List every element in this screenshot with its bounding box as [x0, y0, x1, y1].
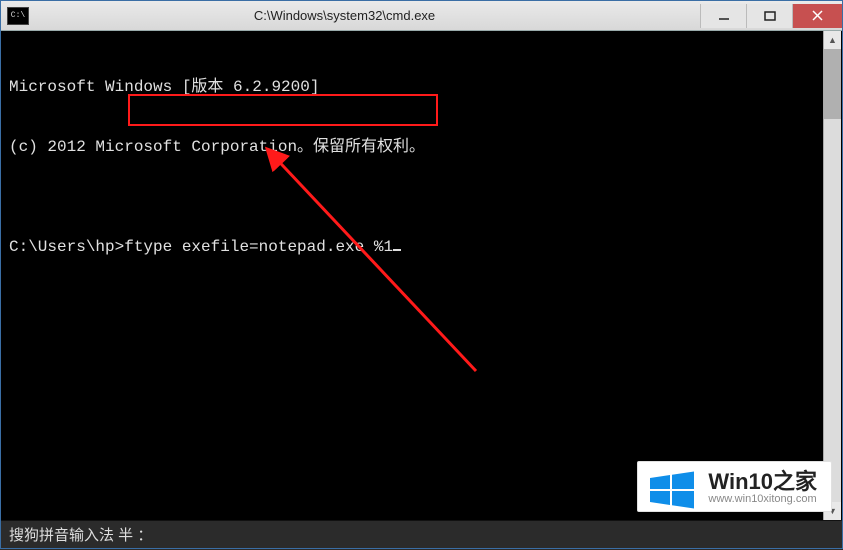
prompt-text: C:\Users\hp>: [9, 238, 124, 256]
terminal-area[interactable]: Microsoft Windows [版本 6.2.9200] (c) 2012…: [1, 31, 842, 520]
terminal-line-2: (c) 2012 Microsoft Corporation。保留所有权利。: [9, 137, 834, 157]
maximize-icon: [764, 10, 776, 22]
close-button[interactable]: [792, 4, 842, 28]
maximize-button[interactable]: [746, 4, 792, 28]
close-icon: [811, 9, 824, 22]
cmd-window: C:\ C:\Windows\system32\cmd.exe Microsof…: [0, 0, 843, 549]
watermark-url: www.win10xitong.com: [708, 493, 817, 505]
titlebar[interactable]: C:\ C:\Windows\system32\cmd.exe: [1, 1, 842, 31]
minimize-icon: [718, 10, 730, 22]
minimize-button[interactable]: [700, 4, 746, 28]
window-title: C:\Windows\system32\cmd.exe: [29, 8, 700, 23]
command-text: ftype exefile=notepad.exe %1: [124, 238, 393, 256]
scroll-thumb[interactable]: [824, 49, 841, 119]
window-controls: [700, 4, 842, 28]
cmd-icon: C:\: [7, 7, 29, 25]
scroll-up-button[interactable]: ▲: [824, 31, 841, 49]
watermark-badge: Win10之家 www.win10xitong.com: [637, 461, 832, 512]
windows-logo-icon: [648, 470, 696, 510]
scroll-track[interactable]: [824, 49, 841, 502]
terminal-prompt-line: C:\Users\hp>ftype exefile=notepad.exe %1: [9, 237, 834, 257]
ime-status-bar: 搜狗拼音输入法 半 ：: [1, 520, 842, 548]
vertical-scrollbar[interactable]: ▲ ▼: [823, 31, 841, 520]
cursor: [393, 249, 401, 251]
watermark-title: Win10之家: [708, 470, 817, 493]
terminal-line-1: Microsoft Windows [版本 6.2.9200]: [9, 77, 834, 97]
